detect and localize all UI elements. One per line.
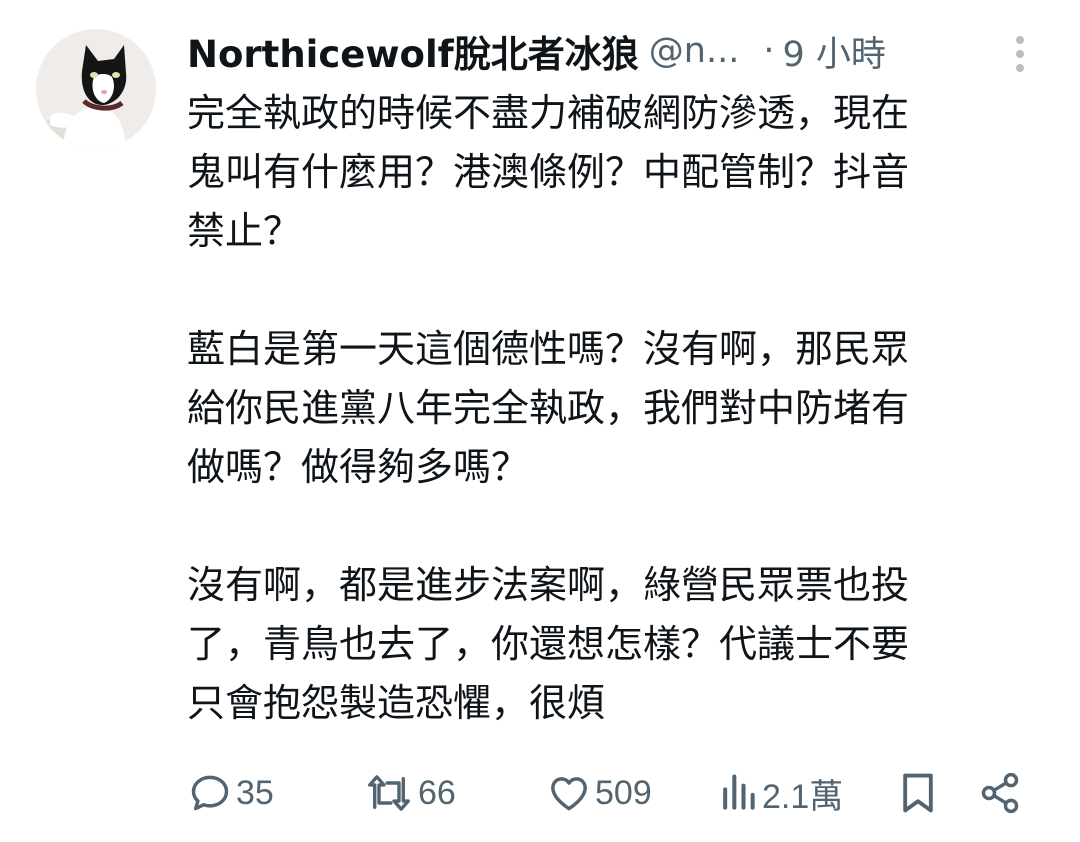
share-button[interactable] [978, 765, 1022, 821]
text-line: 禁止？ [187, 209, 302, 253]
views-icon [723, 774, 755, 810]
tweet-text: 完全執政的時候不盡力補破網防滲透，現在 鬼叫有什麼用？港澳條例？中配管制？抖音 … [187, 84, 1017, 733]
views-count: 2.1萬 [762, 777, 844, 816]
author-name[interactable]: Northicewolf脫北者冰狼 [187, 24, 639, 78]
text-line: 給你民進黨八年完全執政，我們對中防堵有 [187, 386, 910, 430]
action-bar: 35 66 509 2.1萬 [0, 765, 1080, 821]
reply-count: 35 [236, 773, 274, 812]
text-line: 沒有啊，都是進步法案啊，綠營民眾票也投 [187, 563, 910, 607]
author-handle[interactable]: @n... [649, 31, 740, 71]
text-line: 做嗎？做得夠多嗎？ [187, 445, 530, 489]
paragraph-1: 完全執政的時候不盡力補破網防滲透，現在 鬼叫有什麼用？港澳條例？中配管制？抖音 … [187, 84, 1017, 261]
tweet-timestamp[interactable]: 9 小時 [782, 26, 885, 77]
like-count: 509 [595, 773, 652, 812]
like-icon [551, 777, 587, 811]
text-line: 藍白是第一天這個德性嗎？沒有啊，那民眾 [187, 327, 910, 371]
separator-dot: · [763, 31, 775, 71]
text-line: 了，青鳥也去了，你還想怎樣？代議士不要 [187, 622, 910, 666]
tweet-header: Northicewolf脫北者冰狼 @n... · 9 小時 [187, 22, 997, 80]
tweet[interactable]: Northicewolf脫北者冰狼 @n... · 9 小時 完全執政的時候不盡… [0, 0, 1080, 842]
views-button[interactable]: 2.1萬 [718, 765, 843, 821]
retweet-icon [368, 775, 410, 811]
bookmark-icon [903, 773, 933, 813]
text-line: 鬼叫有什麼用？港澳條例？中配管制？抖音 [187, 150, 910, 194]
bookmark-button[interactable] [898, 765, 938, 821]
retweet-count: 66 [418, 773, 456, 812]
text-line: 完全執政的時候不盡力補破網防滲透，現在 [187, 91, 910, 135]
reply-icon [191, 775, 229, 811]
cat-avatar-icon[interactable] [36, 29, 156, 149]
paragraph-3: 沒有啊，都是進步法案啊，綠營民眾票也投 了，青鳥也去了，你還想怎樣？代議士不要 … [187, 556, 1017, 733]
retweet-button[interactable]: 66 [364, 765, 456, 821]
share-icon [981, 772, 1019, 814]
text-line: 只會抱怨製造恐懼，很煩 [187, 681, 606, 725]
paragraph-2: 藍白是第一天這個德性嗎？沒有啊，那民眾 給你民進黨八年完全執政，我們對中防堵有 … [187, 320, 1017, 497]
reply-button[interactable]: 35 [188, 765, 274, 821]
like-button[interactable]: 509 [547, 765, 652, 821]
more-options-icon[interactable] [1008, 34, 1032, 74]
